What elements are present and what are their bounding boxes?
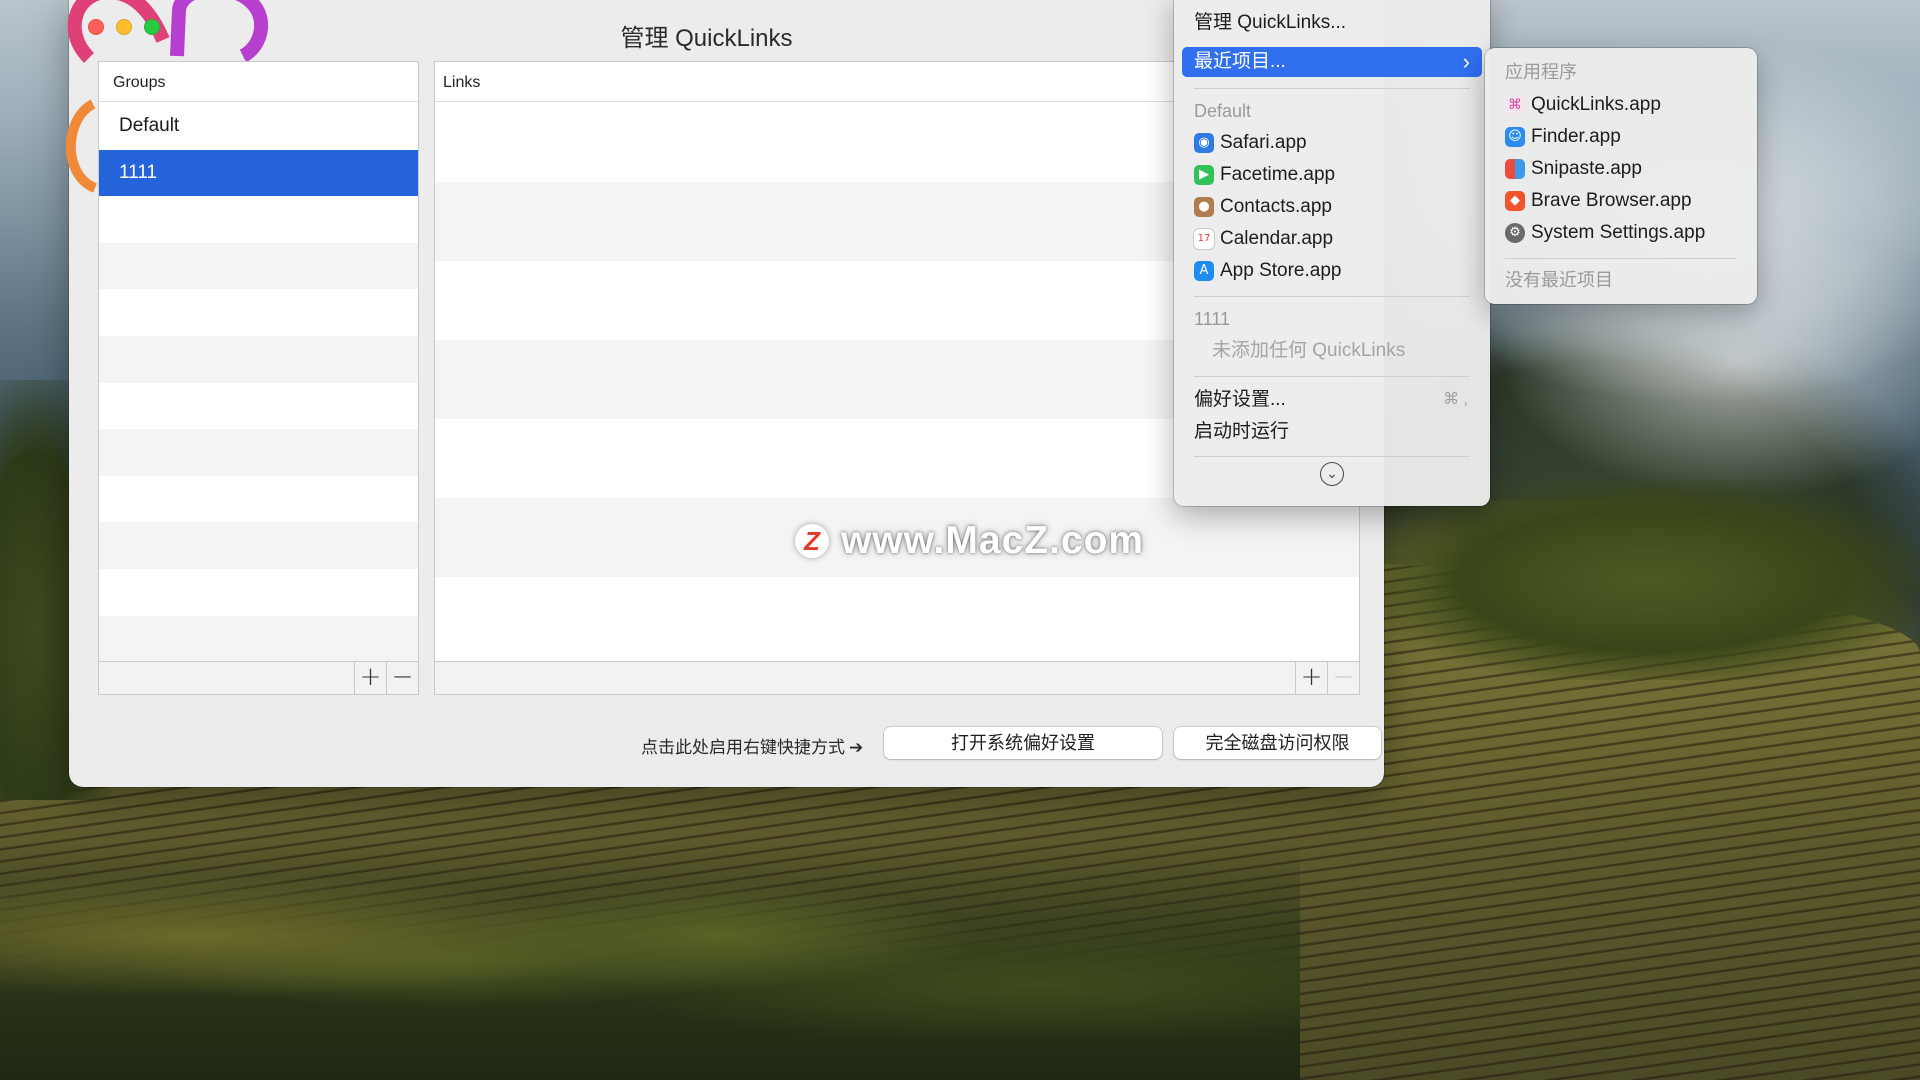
empty-row: [435, 577, 1359, 656]
quicklinks-status-menu: 管理 QuickLinks... 最近项目... › Default ◉ Saf…: [1174, 0, 1490, 506]
facetime-icon: ▶: [1194, 165, 1214, 185]
menu-separator: [1194, 296, 1470, 297]
empty-row: [99, 242, 418, 290]
menu-separator: [1505, 258, 1737, 259]
recent-item-system-settings[interactable]: ⚙ System Settings.app: [1493, 218, 1749, 248]
empty-row: [99, 615, 418, 662]
groups-column-header: Groups: [99, 62, 418, 102]
open-system-preferences-button[interactable]: 打开系统偏好设置: [884, 727, 1162, 759]
menu-item-app-store[interactable]: A App Store.app: [1182, 256, 1482, 286]
groups-footer-bar: + −: [99, 661, 418, 694]
menu-item-recent[interactable]: 最近项目... ›: [1182, 47, 1482, 77]
empty-row: [99, 522, 418, 569]
chevron-right-icon: ›: [1462, 49, 1470, 74]
remove-group-button[interactable]: −: [386, 662, 418, 694]
menu-item-safari[interactable]: ◉ Safari.app: [1182, 128, 1482, 158]
groups-table: Groups Default 1111 + −: [98, 61, 419, 695]
contacts-icon: ●: [1194, 197, 1214, 217]
menu-item-manage[interactable]: 管理 QuickLinks...: [1182, 8, 1482, 38]
add-link-button[interactable]: +: [1295, 662, 1327, 694]
empty-row: [99, 569, 418, 616]
quicklinks-icon: ⌘: [1505, 95, 1525, 115]
full-disk-access-button[interactable]: 完全磁盘访问权限: [1174, 727, 1381, 759]
no-recent-items: 没有最近项目: [1505, 270, 1613, 290]
submenu-applications-header: 应用程序: [1505, 62, 1577, 82]
add-group-button[interactable]: +: [354, 662, 386, 694]
arrow-right-icon: ➔: [849, 738, 864, 757]
menu-group-default-header: Default: [1194, 101, 1252, 121]
menu-separator: [1194, 456, 1470, 457]
empty-row: [99, 383, 418, 430]
hint-text: 点击此处启用右键快捷方式: [641, 738, 845, 757]
snipaste-icon: [1505, 159, 1525, 179]
recent-item-quicklinks[interactable]: ⌘ QuickLinks.app: [1493, 90, 1749, 120]
chevron-down-circle-icon[interactable]: ⌄: [1320, 462, 1344, 486]
empty-row: [99, 196, 418, 243]
group-row-default[interactable]: Default: [99, 103, 418, 150]
menu-item-preferences[interactable]: 偏好设置... ⌘ ,: [1182, 385, 1482, 415]
remove-link-button[interactable]: −: [1327, 662, 1359, 694]
quicklinks-logo-arc-icon: [65, 99, 98, 193]
calendar-icon: 17: [1194, 229, 1214, 249]
context-menu-hint[interactable]: 点击此处启用右键快捷方式 ➔: [641, 733, 863, 758]
menu-separator: [1194, 88, 1470, 89]
menu-item-launch-at-login[interactable]: 启动时运行: [1182, 417, 1482, 447]
menu-group-1111-header: 1111: [1194, 309, 1231, 329]
menu-item-recent-label: 最近项目...: [1194, 51, 1286, 72]
finder-icon: ☺: [1505, 127, 1525, 147]
safari-icon: ◉: [1194, 133, 1214, 153]
menu-item-facetime[interactable]: ▶ Facetime.app: [1182, 160, 1482, 190]
preferences-shortcut: ⌘ ,: [1443, 391, 1468, 408]
menu-item-contacts[interactable]: ● Contacts.app: [1182, 192, 1482, 222]
system-settings-icon: ⚙: [1505, 223, 1525, 243]
group-row-1111[interactable]: 1111: [99, 149, 418, 197]
recent-items-submenu: 应用程序 ⌘ QuickLinks.app ☺ Finder.app Snipa…: [1485, 48, 1757, 304]
empty-row: [99, 476, 418, 523]
empty-row: [99, 335, 418, 383]
menu-item-empty-group: 未添加任何 QuickLinks: [1212, 340, 1406, 361]
links-footer-bar: + −: [435, 661, 1359, 694]
recent-item-brave[interactable]: ◆ Brave Browser.app: [1493, 186, 1749, 216]
brave-icon: ◆: [1505, 191, 1525, 211]
app-store-icon: A: [1194, 261, 1214, 281]
recent-item-snipaste[interactable]: Snipaste.app: [1493, 154, 1749, 184]
empty-row: [99, 429, 418, 476]
empty-row: [99, 289, 418, 336]
recent-item-finder[interactable]: ☺ Finder.app: [1493, 122, 1749, 152]
menu-item-calendar[interactable]: 17 Calendar.app: [1182, 224, 1482, 254]
empty-row: [435, 498, 1359, 577]
menu-separator: [1194, 376, 1470, 377]
